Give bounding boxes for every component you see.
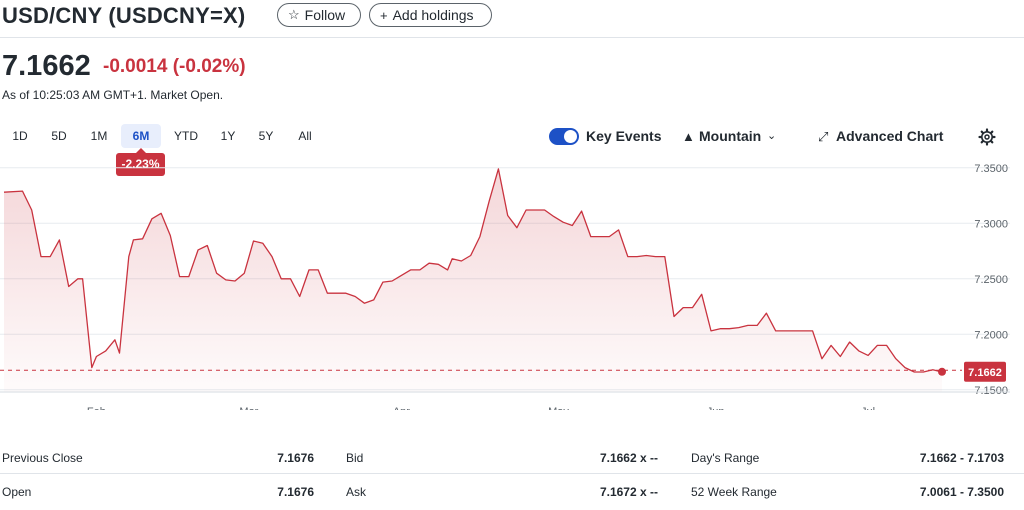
stat-label-days-range: Day's Range (691, 451, 760, 465)
chart-type-select[interactable]: Mountain (699, 128, 761, 145)
follow-label: Follow (304, 7, 346, 23)
price-chart[interactable]: 7.3500 7.3000 7.2500 7.2000 7.1500 7.1662 Fe… (0, 160, 1024, 410)
range-1y[interactable]: 1Y (215, 124, 241, 148)
range-1m[interactable]: 1M (84, 124, 114, 148)
y-tick-label: 7.1500 (974, 385, 1008, 397)
stat-label-ask: Ask (346, 485, 367, 499)
y-tick-label: 7.2000 (974, 329, 1008, 341)
series-area (4, 168, 942, 392)
x-tick-label: Mar (239, 406, 258, 410)
key-events-label: Key Events (586, 128, 662, 144)
expand-icon: ⤢ (818, 129, 829, 144)
stat-label-open: Open (2, 485, 32, 499)
stats-row: Open 7.1676 Ask 7.1672 x -- 52 Week Rang… (0, 476, 1024, 508)
quote-header: USD/CNY (USDCNY=X) ☆ Follow + Add holdin… (0, 0, 1024, 38)
stat-value-bid: 7.1662 x -- (599, 451, 658, 465)
stat-label-previous-close: Previous Close (2, 451, 83, 465)
price-change-percent: (-0.02%) (172, 56, 246, 77)
range-5d[interactable]: 5D (45, 124, 73, 148)
toggle-knob (564, 130, 577, 143)
advanced-chart-button[interactable]: Advanced Chart (836, 128, 943, 145)
price-change-value: -0.0014 (103, 56, 168, 77)
last-price-label: 7.1662 (968, 367, 1002, 379)
key-events-toggle[interactable] (549, 128, 579, 145)
stat-label-bid: Bid (346, 451, 364, 465)
x-tick-label: Jul (861, 406, 875, 410)
y-tick-label: 7.3500 (974, 163, 1008, 175)
stat-value-52-week-range: 7.0061 - 7.3500 (919, 485, 1004, 499)
stat-label-52-week-range: 52 Week Range (691, 485, 777, 499)
range-5y[interactable]: 5Y (252, 124, 280, 148)
mountain-icon: ▲ (682, 129, 695, 144)
star-icon: ☆ (288, 7, 300, 22)
y-tick-label: 7.3000 (974, 218, 1008, 230)
range-6m[interactable]: 6M (121, 124, 161, 148)
x-tick-label: May (548, 406, 569, 410)
stat-value-open: 7.1676 (277, 485, 314, 499)
range-all[interactable]: All (290, 124, 320, 148)
range-1d[interactable]: 1D (7, 124, 33, 148)
add-holdings-button[interactable]: + Add holdings (369, 3, 492, 27)
gear-icon[interactable] (978, 128, 996, 146)
chevron-down-icon: ⌄ (767, 130, 777, 142)
y-tick-label: 7.2500 (974, 274, 1008, 286)
stat-value-ask: 7.1672 x -- (599, 485, 658, 499)
plus-icon: + (380, 7, 388, 23)
price-change: -0.0014 (-0.02%) (103, 56, 246, 78)
x-tick-label: Jun (707, 406, 725, 410)
quote-timestamp: As of 10:25:03 AM GMT+1. Market Open. (2, 88, 224, 102)
page-title: USD/CNY (USDCNY=X) (2, 3, 246, 28)
current-price: 7.1662 (2, 50, 91, 82)
follow-button[interactable]: ☆ Follow (277, 3, 361, 27)
add-holdings-label: Add holdings (392, 7, 474, 23)
last-point-marker (938, 367, 946, 376)
x-tick-label: Feb (87, 406, 106, 410)
x-tick-label: Apr (393, 406, 410, 410)
stat-value-days-range: 7.1662 - 7.1703 (919, 451, 1004, 465)
stat-value-previous-close: 7.1676 (277, 451, 314, 465)
stats-row: Previous Close 7.1676 Bid 7.1662 x -- Da… (0, 442, 1024, 474)
range-ytd[interactable]: YTD (168, 124, 204, 148)
price-chart-svg: 7.3500 7.3000 7.2500 7.2000 7.1500 7.1662 Fe… (0, 163, 1010, 410)
